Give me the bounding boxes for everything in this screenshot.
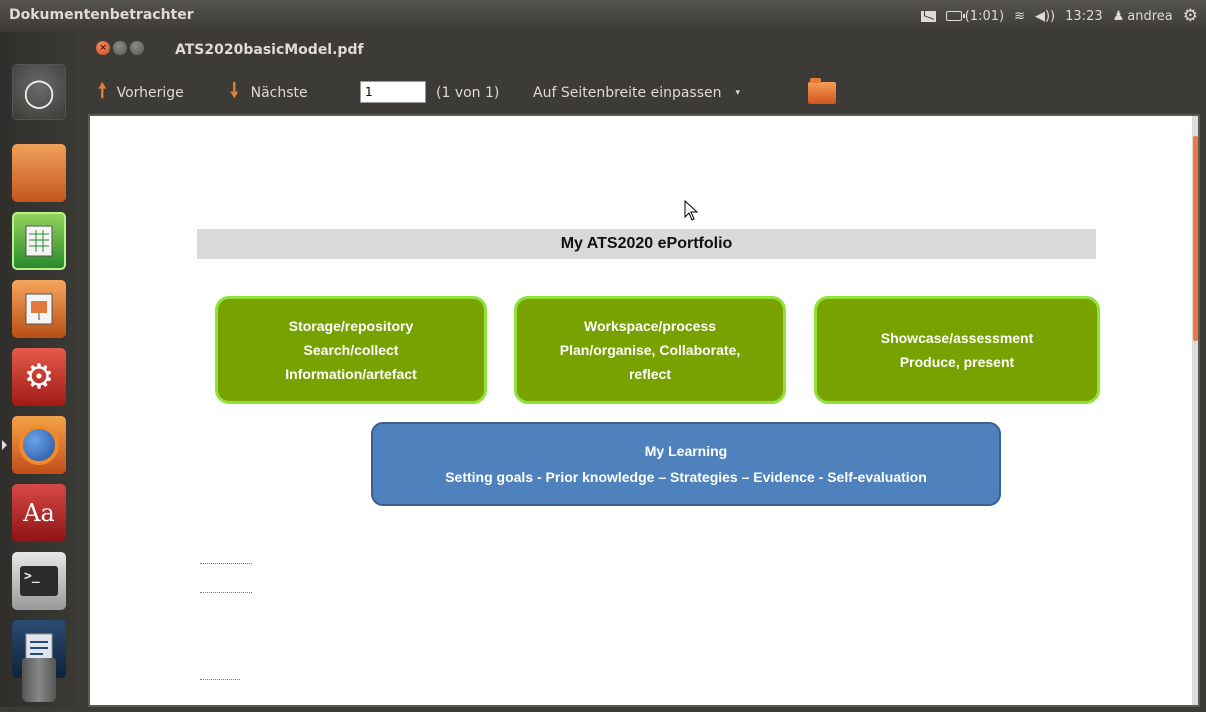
- firefox-icon: [12, 416, 66, 474]
- zoom-label: Auf Seitenbreite einpassen: [533, 85, 722, 101]
- vertical-scrollbar[interactable]: [1192, 116, 1198, 705]
- dotted-line: [200, 592, 252, 593]
- window-title: ATS2020basicModel.pdf: [175, 42, 364, 58]
- launcher-system-settings[interactable]: ⚙: [12, 348, 66, 406]
- launcher-firefox[interactable]: [12, 416, 66, 474]
- terminal-icon: >_: [12, 552, 66, 610]
- arrow-up-icon: 🠕: [98, 78, 107, 102]
- launcher-trash[interactable]: [12, 652, 66, 712]
- page-number-input[interactable]: [360, 81, 426, 103]
- scrollbar-thumb[interactable]: [1193, 136, 1198, 341]
- spreadsheet-icon: [14, 214, 64, 268]
- messaging-indicator[interactable]: [920, 10, 936, 22]
- trash-icon: [22, 658, 56, 702]
- zoom-select[interactable]: Auf Seitenbreite einpassen ▾: [533, 72, 740, 114]
- previous-label: Vorherige: [116, 85, 184, 101]
- next-label: Nächste: [250, 85, 308, 101]
- window-minimize-button[interactable]: [113, 41, 127, 55]
- document-page[interactable]: My ATS2020 ePortfolio Storage/repository…: [88, 114, 1200, 707]
- document-title: My ATS2020 ePortfolio: [560, 235, 733, 252]
- next-page-button[interactable]: 🠗 Nächste: [230, 72, 308, 114]
- launcher-font-viewer[interactable]: Aa: [12, 484, 66, 542]
- open-file-button[interactable]: [808, 72, 836, 114]
- launcher: ◯ ⚙ Aa >_: [0, 32, 78, 707]
- learning-title: My Learning: [644, 443, 728, 459]
- document-title-bar: My ATS2020 ePortfolio: [197, 229, 1096, 259]
- launcher-dash-home[interactable]: ◯: [12, 64, 66, 120]
- window-controls: ×: [96, 41, 144, 55]
- document-viewer-window: × ATS2020basicModel.pdf 🠕 Vorherige 🠗 Nä…: [78, 32, 1206, 707]
- launcher-files[interactable]: [12, 144, 66, 202]
- launcher-terminal[interactable]: >_: [12, 552, 66, 610]
- top-panel: Dokumentenbetrachter (1:01) ≋ ◀)) 13:23 …: [0, 0, 1206, 32]
- box-line: Storage/repository: [288, 318, 414, 334]
- user-menu[interactable]: ♟ andrea: [1113, 9, 1173, 24]
- wifi-icon: ≋: [1014, 8, 1025, 24]
- previous-page-button[interactable]: 🠕 Vorherige: [98, 72, 184, 114]
- learning-subtitle: Setting goals - Prior knowledge – Strate…: [445, 469, 927, 485]
- page-count: (1 von 1): [436, 85, 500, 101]
- user-icon: ♟: [1112, 8, 1125, 24]
- chevron-down-icon: ▾: [735, 88, 741, 98]
- box-line: Produce, present: [899, 354, 1015, 370]
- dotted-line: [200, 563, 252, 564]
- folder-icon: [808, 78, 836, 104]
- dotted-line: [200, 679, 240, 680]
- clock[interactable]: 13:23: [1065, 9, 1102, 24]
- box-line: Search/collect: [303, 342, 399, 358]
- mail-icon: [920, 10, 936, 22]
- launcher-libreoffice-calc[interactable]: [12, 212, 66, 270]
- showcase-box: Showcase/assessment Produce, present: [814, 296, 1100, 404]
- session-gear-icon[interactable]: ⚙: [1183, 7, 1198, 25]
- storage-box: Storage/repository Search/collect Inform…: [215, 296, 487, 404]
- box-line: Showcase/assessment: [880, 330, 1034, 346]
- presentation-icon: [12, 280, 66, 338]
- app-name: Dokumentenbetrachter: [9, 7, 194, 23]
- font-icon: Aa: [23, 499, 55, 527]
- box-line: reflect: [628, 366, 672, 382]
- volume-icon: ◀)): [1034, 8, 1056, 24]
- window-maximize-button[interactable]: [130, 41, 144, 55]
- workspace-box: Workspace/process Plan/organise, Collabo…: [514, 296, 786, 404]
- network-indicator[interactable]: ≋: [1014, 9, 1025, 24]
- ubuntu-logo-icon: ◯: [23, 75, 55, 109]
- box-line: Plan/organise, Collaborate,: [559, 342, 741, 358]
- window-close-button[interactable]: ×: [96, 41, 110, 55]
- sound-indicator[interactable]: ◀)): [1035, 9, 1055, 24]
- toolbar: 🠕 Vorherige 🠗 Nächste (1 von 1) Auf Seit…: [78, 72, 1206, 114]
- learning-box: My Learning Setting goals - Prior knowle…: [371, 422, 1001, 506]
- battery-indicator[interactable]: (1:01): [945, 8, 1005, 24]
- running-indicator: [2, 440, 7, 450]
- user-name: andrea: [1127, 8, 1173, 24]
- indicator-area: (1:01) ≋ ◀)) 13:23 ♟ andrea ⚙: [920, 0, 1198, 32]
- folder-icon: [12, 144, 66, 202]
- settings-icon: ⚙: [23, 357, 55, 397]
- mouse-pointer-icon: [684, 200, 699, 221]
- arrow-down-icon: 🠗: [230, 78, 239, 102]
- box-line: Information/artefact: [285, 366, 417, 382]
- launcher-libreoffice-impress[interactable]: [12, 280, 66, 338]
- box-line: Workspace/process: [583, 318, 717, 334]
- battery-time: (1:01): [964, 8, 1005, 24]
- battery-icon: [945, 11, 965, 21]
